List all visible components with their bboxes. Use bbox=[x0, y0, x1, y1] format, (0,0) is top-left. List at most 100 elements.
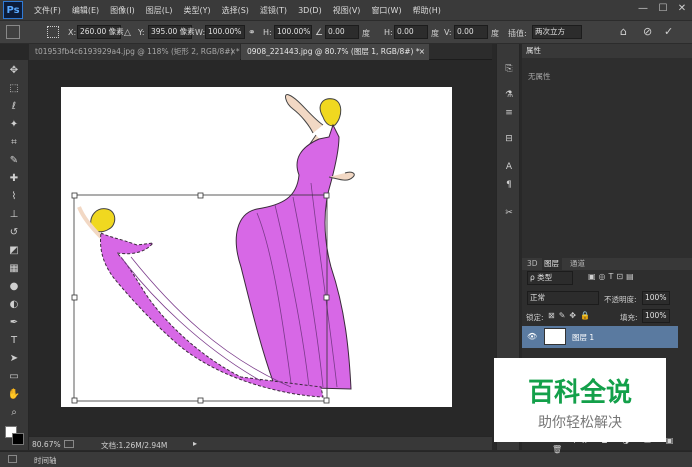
history-brush-icon[interactable]: ↺ bbox=[6, 226, 22, 240]
interpolation-select[interactable]: 两次立方 bbox=[532, 25, 582, 39]
move-tool-icon[interactable]: ✥ bbox=[6, 64, 22, 78]
vskew-field[interactable]: 0.00 bbox=[454, 25, 488, 39]
y-label: Y: bbox=[138, 28, 145, 37]
layer-thumbnail bbox=[544, 328, 566, 345]
document-canvas[interactable] bbox=[61, 87, 452, 407]
tab-layers[interactable]: 图层 bbox=[542, 258, 562, 270]
document-tab-bar: t01953fb4c6193929a4.jpg @ 118% (矩形 2, RG… bbox=[29, 44, 492, 60]
status-arrow-icon[interactable]: ▸ bbox=[193, 439, 197, 448]
gradient-tool-icon[interactable]: ▦ bbox=[6, 262, 22, 276]
hskew-field[interactable]: 0.00 bbox=[394, 25, 428, 39]
layer-filter-select[interactable]: ρ 类型 bbox=[527, 271, 573, 285]
y-position-field[interactable]: 395.00 像素 bbox=[148, 25, 195, 39]
type-tool-icon[interactable]: T bbox=[6, 334, 22, 348]
eraser-tool-icon[interactable]: ◩ bbox=[6, 244, 22, 258]
opacity-field[interactable]: 100% bbox=[642, 291, 670, 305]
path-selection-icon[interactable]: ➤ bbox=[6, 352, 22, 366]
commit-transform-icon[interactable]: ✓ bbox=[664, 25, 673, 38]
marquee-tool-icon[interactable]: ⬚ bbox=[6, 82, 22, 96]
shape-tool-icon[interactable]: ▭ bbox=[6, 370, 22, 384]
visibility-eye-icon[interactable]: 👁 bbox=[527, 332, 537, 341]
maximize-button[interactable]: ☐ bbox=[656, 3, 670, 15]
dodge-tool-icon[interactable]: ◐ bbox=[6, 298, 22, 312]
history-panel-icon[interactable]: ⎘ bbox=[502, 62, 516, 76]
watermark-box: 百科全说 助你轻松解决 bbox=[494, 358, 666, 442]
eyedropper-tool-icon[interactable]: ✎ bbox=[6, 154, 22, 168]
vskew-unit: 度 bbox=[491, 29, 499, 38]
reference-point-icon[interactable] bbox=[47, 26, 59, 38]
opacity-label: 不透明度: bbox=[604, 295, 637, 304]
menu-3d[interactable]: 3D(D) bbox=[298, 6, 322, 15]
properties-tabbar: 属性 bbox=[522, 44, 692, 58]
layer-row-1[interactable]: 👁 图层 1 bbox=[522, 326, 678, 348]
hand-tool-icon[interactable]: ✋ bbox=[6, 388, 22, 402]
menu-type[interactable]: 类型(Y) bbox=[183, 5, 210, 16]
blur-tool-icon[interactable]: ● bbox=[6, 280, 22, 294]
menu-layer[interactable]: 图层(L) bbox=[146, 5, 173, 16]
tab-document-2[interactable]: 0908_221443.jpg @ 80.7% (图层 1, RGB/8#) *… bbox=[241, 44, 429, 60]
tab-close-icon[interactable]: × bbox=[419, 44, 425, 60]
menu-edit[interactable]: 编辑(E) bbox=[72, 5, 99, 16]
fill-field[interactable]: 100% bbox=[642, 309, 670, 323]
crop-tool-icon[interactable]: ⌗ bbox=[6, 136, 22, 150]
no-properties-text: 无属性 bbox=[528, 72, 551, 81]
tab-document-1[interactable]: t01953fb4c6193929a4.jpg @ 118% (矩形 2, RG… bbox=[29, 44, 240, 60]
minimize-button[interactable]: — bbox=[636, 3, 650, 15]
background-color-swatch[interactable] bbox=[12, 433, 24, 445]
blend-mode-select[interactable]: 正常 bbox=[527, 291, 599, 305]
tab-channels[interactable]: 通道 bbox=[570, 258, 585, 270]
transform-tool-icon[interactable] bbox=[6, 25, 20, 39]
tool-presets-panel-icon[interactable]: ✂ bbox=[502, 206, 516, 220]
options-bar: X: 260.00 像素 △ Y: 395.00 像素 W: 100.00% ⚭… bbox=[0, 20, 692, 44]
timeline-label[interactable]: 时间轴 bbox=[34, 455, 57, 466]
height-field[interactable]: 100.00% bbox=[274, 25, 312, 39]
lasso-tool-icon[interactable]: ℓ bbox=[6, 100, 22, 114]
watermark-subtitle: 助你轻松解决 bbox=[538, 415, 622, 431]
zoom-tool-icon[interactable]: ⌕ bbox=[6, 406, 22, 420]
timeline-icon bbox=[8, 455, 17, 463]
photoshop-logo: Ps bbox=[3, 1, 23, 19]
lock-label: 锁定: bbox=[526, 313, 544, 322]
close-window-button[interactable]: ✕ bbox=[675, 3, 689, 15]
lock-icons[interactable]: ⊠✎✥🔒 bbox=[548, 311, 594, 320]
tab-properties[interactable]: 属性 bbox=[526, 45, 541, 57]
tab-label: 0908_221443.jpg @ 80.7% (图层 1, RGB/8#) * bbox=[247, 47, 420, 56]
brush-tool-icon[interactable]: ⌇ bbox=[6, 190, 22, 204]
warp-icon[interactable]: ⌂ bbox=[620, 25, 627, 38]
menu-select[interactable]: 选择(S) bbox=[222, 5, 249, 16]
menu-filter[interactable]: 滤镜(T) bbox=[260, 5, 287, 16]
magic-wand-tool-icon[interactable]: ✦ bbox=[6, 118, 22, 132]
link-icon[interactable]: ⚭ bbox=[248, 28, 256, 38]
layer-filter-icons[interactable]: ▣◎T⊡▤ bbox=[588, 272, 637, 281]
rotate-icon: ∠ bbox=[315, 28, 324, 38]
hskew-unit: 度 bbox=[431, 29, 439, 38]
dancer-artwork bbox=[71, 93, 355, 404]
x-label: X: bbox=[68, 28, 77, 37]
healing-tool-icon[interactable]: ✚ bbox=[6, 172, 22, 186]
h-label: H: bbox=[263, 28, 272, 37]
canvas-area bbox=[29, 60, 492, 436]
styles-panel-icon[interactable]: ≡ bbox=[502, 106, 516, 120]
clone-source-panel-icon[interactable]: ⊟ bbox=[502, 132, 516, 146]
tab-3d[interactable]: 3D bbox=[527, 258, 538, 270]
delta-icon[interactable]: △ bbox=[124, 28, 131, 38]
menu-help[interactable]: 帮助(H) bbox=[413, 5, 441, 16]
stamp-tool-icon[interactable]: ⊥ bbox=[6, 208, 22, 222]
tab-close-icon[interactable]: × bbox=[230, 44, 236, 60]
menu-bar: Ps 文件(F) 编辑(E) 图像(I) 图层(L) 类型(Y) 选择(S) 滤… bbox=[0, 0, 692, 20]
width-field[interactable]: 100.00% bbox=[205, 25, 245, 39]
menu-image[interactable]: 图像(I) bbox=[110, 5, 135, 16]
pen-tool-icon[interactable]: ✒ bbox=[6, 316, 22, 330]
menu-file[interactable]: 文件(F) bbox=[34, 5, 61, 16]
x-position-field[interactable]: 260.00 像素 bbox=[77, 25, 124, 39]
angle-field[interactable]: 0.00 bbox=[325, 25, 359, 39]
cancel-transform-icon[interactable]: ⊘ bbox=[643, 25, 652, 38]
zoom-level[interactable]: 80.67% bbox=[32, 440, 61, 449]
paragraph-panel-icon[interactable]: ¶ bbox=[502, 178, 516, 192]
adjustments-panel-icon[interactable]: ⚗ bbox=[502, 88, 516, 102]
vskew-label: V: bbox=[444, 28, 452, 37]
menu-view[interactable]: 视图(V) bbox=[333, 5, 361, 16]
menu-window[interactable]: 窗口(W) bbox=[371, 5, 401, 16]
character-panel-icon[interactable]: A bbox=[502, 160, 516, 174]
status-menu-icon[interactable] bbox=[64, 440, 74, 448]
